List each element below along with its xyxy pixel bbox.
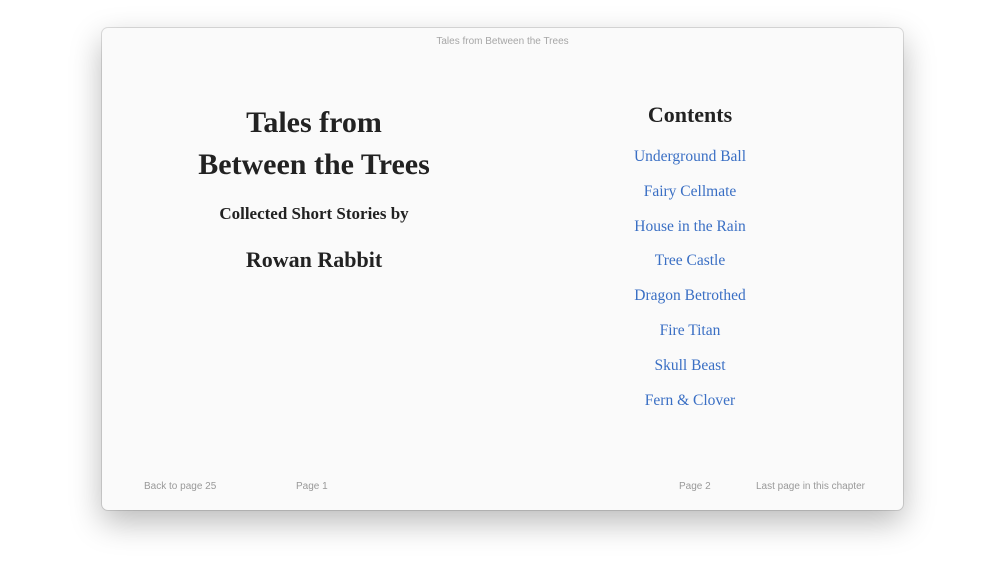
last-page-in-chapter-link[interactable]: Last page in this chapter	[756, 481, 865, 492]
toc-link-8[interactable]: Fern & Clover	[645, 392, 735, 409]
toc-link-3[interactable]: House in the Rain	[634, 218, 746, 235]
toc-link-2[interactable]: Fairy Cellmate	[644, 183, 737, 200]
page-number-right: Page 2	[679, 481, 711, 492]
book-title-line-1: Tales from	[246, 106, 382, 139]
book-title-line-2: Between the Trees	[198, 148, 430, 181]
toc-item: Fairy Cellmate	[565, 183, 815, 218]
left-page: Tales from Between the Trees Collected S…	[102, 28, 527, 510]
toc-link-4[interactable]: Tree Castle	[655, 252, 725, 269]
toc-item: Fern & Clover	[565, 392, 815, 427]
page-number-left: Page 1	[296, 481, 328, 492]
toc-item: Underground Ball	[565, 148, 815, 183]
table-of-contents: Underground Ball Fairy Cellmate House in t…	[565, 148, 815, 426]
reader-window: Tales from Between the Trees Tales from …	[102, 28, 903, 510]
toc-item: Fire Titan	[565, 322, 815, 357]
contents-heading: Contents	[647, 102, 733, 127]
toc-link-6[interactable]: Fire Titan	[660, 322, 721, 339]
toc-link-1[interactable]: Underground Ball	[634, 148, 746, 165]
right-page: Contents Underground Ball Fairy Cellmate H…	[527, 28, 903, 510]
back-to-page-link[interactable]: Back to page 25	[144, 481, 216, 492]
book-subtitle: Collected Short Stories by	[219, 204, 409, 223]
book-title: Tales from Between the Trees	[164, 102, 464, 186]
toc-item: Skull Beast	[565, 357, 815, 392]
book-author: Rowan Rabbit	[245, 247, 383, 272]
toc-link-5[interactable]: Dragon Betrothed	[634, 287, 745, 304]
toc-item: House in the Rain	[565, 218, 815, 253]
toc-item: Dragon Betrothed	[565, 287, 815, 322]
toc-link-7[interactable]: Skull Beast	[654, 357, 725, 374]
toc-item: Tree Castle	[565, 252, 815, 287]
